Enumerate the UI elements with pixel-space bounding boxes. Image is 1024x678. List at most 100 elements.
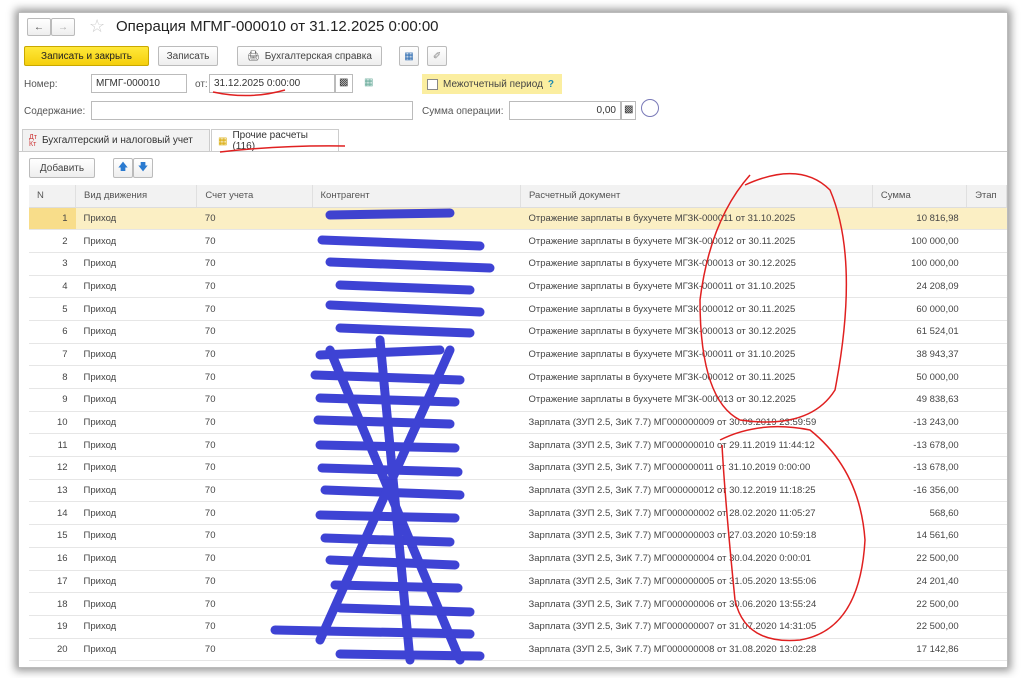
table-row[interactable]: 2 Приход 70 Отражение зарплаты в бухучете М…: [29, 229, 1007, 253]
table-cell[interactable]: Отражение зарплаты в бухучете МГЗК-00001…: [520, 207, 873, 231]
move-up-button[interactable]: 🡅: [113, 158, 133, 178]
table-cell[interactable]: [966, 638, 1007, 662]
table-cell[interactable]: [312, 479, 521, 503]
table-cell[interactable]: [966, 433, 1007, 458]
table-cell[interactable]: [312, 456, 521, 480]
save-button[interactable]: Записать: [158, 46, 218, 66]
table-cell[interactable]: 70: [196, 411, 313, 435]
table-cell[interactable]: -13 678,00: [872, 456, 967, 480]
table-cell[interactable]: 6: [29, 320, 76, 344]
table-cell[interactable]: 70: [196, 524, 313, 548]
table-row[interactable]: 12 Приход 70 Зарплата (ЗУП 2.5, ЗиК 7.7) МГ…: [29, 456, 1007, 480]
table-cell[interactable]: Зарплата (ЗУП 2.5, ЗиК 7.7) МГ000000004 …: [520, 547, 873, 571]
table-cell[interactable]: 70: [196, 320, 313, 344]
table-cell[interactable]: [966, 411, 1007, 435]
table-cell[interactable]: 70: [196, 615, 313, 639]
table-cell[interactable]: -13 243,00: [872, 411, 967, 435]
attach-button[interactable]: ✐: [427, 46, 447, 66]
table-cell[interactable]: 10: [29, 411, 76, 435]
table-cell[interactable]: Приход: [75, 433, 197, 458]
table-row[interactable]: 19 Приход 70 Зарплата (ЗУП 2.5, ЗиК 7.7) МГ…: [29, 615, 1007, 639]
table-cell[interactable]: [312, 229, 521, 253]
table-cell[interactable]: 70: [196, 343, 313, 367]
table-cell[interactable]: 24 208,09: [872, 275, 967, 299]
table-cell[interactable]: 9: [29, 388, 76, 412]
table-cell[interactable]: Зарплата (ЗУП 2.5, ЗиК 7.7) МГ000000010 …: [520, 433, 873, 458]
table-cell[interactable]: [312, 524, 521, 548]
table-cell[interactable]: 70: [196, 207, 313, 231]
tab-other-settlements[interactable]: ▦ Прочие расчеты (116): [211, 129, 339, 152]
table-cell[interactable]: Приход: [75, 388, 197, 412]
table-cell[interactable]: Отражение зарплаты в бухучете МГЗК-00001…: [520, 365, 873, 389]
table-cell[interactable]: 7: [29, 343, 76, 367]
content-field[interactable]: [91, 101, 413, 120]
table-row[interactable]: 11 Приход 70 Зарплата (ЗУП 2.5, ЗиК 7.7) МГ…: [29, 433, 1007, 458]
table-cell[interactable]: [312, 320, 521, 344]
table-cell[interactable]: 61 524,01: [872, 320, 967, 344]
table-row[interactable]: 5 Приход 70 Отражение зарплаты в бухучете М…: [29, 297, 1007, 321]
table-cell[interactable]: Приход: [75, 297, 197, 321]
table-cell[interactable]: 22 500,00: [872, 615, 967, 639]
table-cell[interactable]: [966, 320, 1007, 344]
table-cell[interactable]: [966, 501, 1007, 526]
table-cell[interactable]: Приход: [75, 501, 197, 526]
table-row[interactable]: 20 Приход 70 Зарплата (ЗУП 2.5, ЗиК 7.7) МГ…: [29, 638, 1007, 662]
table-cell[interactable]: Приход: [75, 275, 197, 299]
number-field[interactable]: МГМГ-000010: [91, 74, 187, 93]
table-cell[interactable]: 10 816,98: [872, 207, 967, 231]
table-cell[interactable]: [966, 343, 1007, 367]
table-cell[interactable]: 568,60: [872, 501, 967, 526]
table-cell[interactable]: [966, 570, 1007, 594]
table-cell[interactable]: 100 000,00: [872, 229, 967, 253]
table-cell[interactable]: Отражение зарплаты в бухучете МГЗК-00001…: [520, 388, 873, 412]
table-cell[interactable]: 14 561,60: [872, 524, 967, 548]
table-cell[interactable]: [966, 229, 1007, 253]
table-cell[interactable]: Приход: [75, 343, 197, 367]
table-cell[interactable]: Приход: [75, 547, 197, 571]
table-cell[interactable]: Приход: [75, 207, 197, 231]
table-cell[interactable]: 15: [29, 524, 76, 548]
table-cell[interactable]: 70: [196, 275, 313, 299]
table-cell[interactable]: 12: [29, 456, 76, 480]
table-cell[interactable]: Отражение зарплаты в бухучете МГЗК-00001…: [520, 229, 873, 253]
table-cell[interactable]: 60 000,00: [872, 297, 967, 321]
check-number-icon[interactable]: ▦: [364, 77, 373, 88]
table-row[interactable]: 15 Приход 70 Зарплата (ЗУП 2.5, ЗиК 7.7) МГ…: [29, 524, 1007, 548]
table-cell[interactable]: [312, 388, 521, 412]
column-header[interactable]: Расчетный документ: [520, 185, 873, 208]
table-cell[interactable]: Приход: [75, 524, 197, 548]
table-cell[interactable]: 70: [196, 501, 313, 526]
table-cell[interactable]: 70: [196, 297, 313, 321]
table-cell[interactable]: 70: [196, 547, 313, 571]
table-cell[interactable]: [966, 592, 1007, 616]
table-row[interactable]: 14 Приход 70 Зарплата (ЗУП 2.5, ЗиК 7.7) МГ…: [29, 501, 1007, 526]
calendar-button[interactable]: ▩: [335, 74, 353, 93]
table-cell[interactable]: 14: [29, 501, 76, 526]
table-cell[interactable]: Приход: [75, 411, 197, 435]
table-row[interactable]: 10 Приход 70 Зарплата (ЗУП 2.5, ЗиК 7.7) МГ…: [29, 411, 1007, 435]
table-cell[interactable]: 70: [196, 252, 313, 276]
table-cell[interactable]: Приход: [75, 638, 197, 662]
table-cell[interactable]: Приход: [75, 229, 197, 253]
table-row[interactable]: 13 Приход 70 Зарплата (ЗУП 2.5, ЗиК 7.7) МГ…: [29, 479, 1007, 503]
table-cell[interactable]: [966, 297, 1007, 321]
table-cell[interactable]: 70: [196, 638, 313, 662]
interperiod-checkbox-area[interactable]: Межотчетный период ?: [422, 74, 562, 94]
table-cell[interactable]: Приход: [75, 365, 197, 389]
table-cell[interactable]: Приход: [75, 320, 197, 344]
column-header[interactable]: Вид движения: [75, 185, 198, 208]
calculator-button[interactable]: ▩: [621, 101, 636, 120]
table-cell[interactable]: [312, 207, 521, 231]
table-cell[interactable]: 17: [29, 570, 76, 594]
table-cell[interactable]: [312, 252, 521, 276]
table-cell[interactable]: 11: [29, 433, 76, 458]
star-favorite-icon[interactable]: ☆: [89, 16, 105, 37]
table-cell[interactable]: 38 943,37: [872, 343, 967, 367]
table-cell[interactable]: Зарплата (ЗУП 2.5, ЗиК 7.7) МГ000000009 …: [520, 411, 873, 435]
table-cell[interactable]: 24 201,40: [872, 570, 967, 594]
table-cell[interactable]: 22 500,00: [872, 592, 967, 616]
add-button[interactable]: Добавить: [29, 158, 95, 178]
table-cell[interactable]: Приход: [75, 479, 197, 503]
table-cell[interactable]: 49 838,63: [872, 388, 967, 412]
table-cell[interactable]: [312, 570, 521, 594]
